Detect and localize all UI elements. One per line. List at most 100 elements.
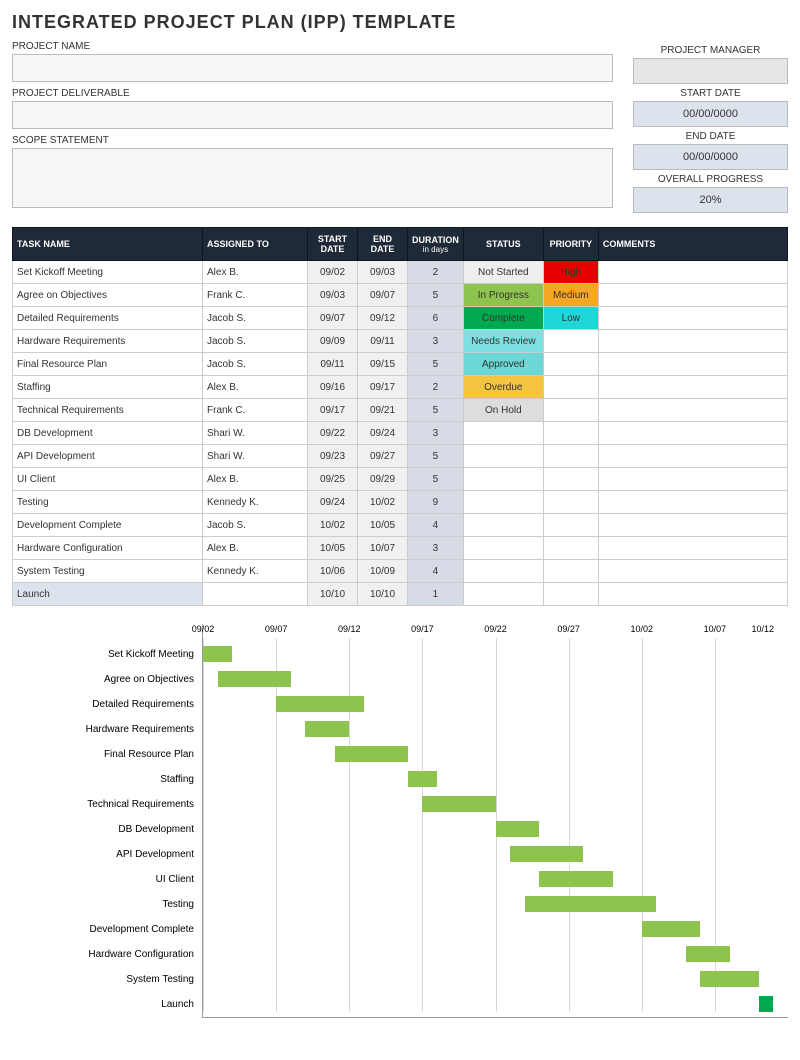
end-cell[interactable]: 10/07	[358, 537, 408, 560]
priority-cell[interactable]: Medium	[543, 284, 598, 307]
gantt-bar[interactable]	[700, 971, 759, 987]
assigned-cell[interactable]: Kennedy K.	[203, 491, 308, 514]
assigned-cell[interactable]: Jacob S.	[203, 330, 308, 353]
assigned-cell[interactable]: Jacob S.	[203, 514, 308, 537]
status-cell[interactable]	[463, 491, 543, 514]
duration-cell[interactable]: 5	[408, 399, 464, 422]
start-cell[interactable]: 09/23	[308, 445, 358, 468]
duration-cell[interactable]: 5	[408, 468, 464, 491]
task-name-cell[interactable]: Staffing	[13, 376, 203, 399]
task-name-cell[interactable]: Final Resource Plan	[13, 353, 203, 376]
assigned-cell[interactable]: Jacob S.	[203, 353, 308, 376]
priority-cell[interactable]: High	[543, 261, 598, 284]
duration-cell[interactable]: 3	[408, 330, 464, 353]
status-cell[interactable]	[463, 422, 543, 445]
comments-cell[interactable]	[598, 261, 787, 284]
priority-cell[interactable]	[543, 353, 598, 376]
gantt-bar[interactable]	[510, 846, 583, 862]
table-row[interactable]: Development CompleteJacob S.10/0210/054	[13, 514, 788, 537]
gantt-bar[interactable]	[642, 921, 701, 937]
comments-cell[interactable]	[598, 491, 787, 514]
status-cell[interactable]: Not Started	[463, 261, 543, 284]
comments-cell[interactable]	[598, 514, 787, 537]
end-cell[interactable]: 10/10	[358, 583, 408, 606]
start-cell[interactable]: 10/10	[308, 583, 358, 606]
task-name-cell[interactable]: Launch	[13, 583, 203, 606]
end-cell[interactable]: 09/24	[358, 422, 408, 445]
status-cell[interactable]: Needs Review	[463, 330, 543, 353]
end-cell[interactable]: 09/15	[358, 353, 408, 376]
end-cell[interactable]: 10/05	[358, 514, 408, 537]
priority-cell[interactable]	[543, 445, 598, 468]
start-date-value[interactable]: 00/00/0000	[633, 101, 788, 127]
comments-cell[interactable]	[598, 537, 787, 560]
comments-cell[interactable]	[598, 330, 787, 353]
assigned-cell[interactable]: Kennedy K.	[203, 560, 308, 583]
table-row[interactable]: DB DevelopmentShari W.09/2209/243	[13, 422, 788, 445]
duration-cell[interactable]: 5	[408, 284, 464, 307]
duration-cell[interactable]: 2	[408, 261, 464, 284]
status-cell[interactable]: In Progress	[463, 284, 543, 307]
start-cell[interactable]: 09/11	[308, 353, 358, 376]
project-deliverable-input[interactable]	[12, 101, 613, 129]
duration-cell[interactable]: 3	[408, 422, 464, 445]
gantt-bar[interactable]	[496, 821, 540, 837]
end-cell[interactable]: 09/29	[358, 468, 408, 491]
comments-cell[interactable]	[598, 445, 787, 468]
table-row[interactable]: UI ClientAlex B.09/2509/295	[13, 468, 788, 491]
priority-cell[interactable]	[543, 583, 598, 606]
end-cell[interactable]: 10/09	[358, 560, 408, 583]
start-cell[interactable]: 09/25	[308, 468, 358, 491]
task-name-cell[interactable]: System Testing	[13, 560, 203, 583]
assigned-cell[interactable]: Frank C.	[203, 284, 308, 307]
duration-cell[interactable]: 5	[408, 353, 464, 376]
priority-cell[interactable]: Low	[543, 307, 598, 330]
end-cell[interactable]: 09/07	[358, 284, 408, 307]
task-name-cell[interactable]: Agree on Objectives	[13, 284, 203, 307]
table-row[interactable]: System TestingKennedy K.10/0610/094	[13, 560, 788, 583]
comments-cell[interactable]	[598, 560, 787, 583]
assigned-cell[interactable]: Alex B.	[203, 537, 308, 560]
table-row[interactable]: Hardware ConfigurationAlex B.10/0510/073	[13, 537, 788, 560]
project-name-input[interactable]	[12, 54, 613, 82]
project-manager-value[interactable]	[633, 58, 788, 84]
assigned-cell[interactable]: Shari W.	[203, 445, 308, 468]
status-cell[interactable]: On Hold	[463, 399, 543, 422]
priority-cell[interactable]	[543, 376, 598, 399]
start-cell[interactable]: 09/22	[308, 422, 358, 445]
status-cell[interactable]	[463, 445, 543, 468]
priority-cell[interactable]	[543, 468, 598, 491]
priority-cell[interactable]	[543, 537, 598, 560]
end-cell[interactable]: 09/12	[358, 307, 408, 330]
gantt-bar[interactable]	[759, 996, 774, 1012]
status-cell[interactable]: Complete	[463, 307, 543, 330]
task-name-cell[interactable]: DB Development	[13, 422, 203, 445]
duration-cell[interactable]: 1	[408, 583, 464, 606]
start-cell[interactable]: 09/07	[308, 307, 358, 330]
start-cell[interactable]: 09/16	[308, 376, 358, 399]
table-row[interactable]: Technical RequirementsFrank C.09/1709/21…	[13, 399, 788, 422]
end-cell[interactable]: 09/11	[358, 330, 408, 353]
gantt-bar[interactable]	[408, 771, 437, 787]
table-row[interactable]: Detailed RequirementsJacob S.09/0709/126…	[13, 307, 788, 330]
comments-cell[interactable]	[598, 468, 787, 491]
status-cell[interactable]	[463, 537, 543, 560]
assigned-cell[interactable]: Alex B.	[203, 261, 308, 284]
duration-cell[interactable]: 3	[408, 537, 464, 560]
assigned-cell[interactable]: Alex B.	[203, 468, 308, 491]
start-cell[interactable]: 09/03	[308, 284, 358, 307]
task-name-cell[interactable]: Detailed Requirements	[13, 307, 203, 330]
priority-cell[interactable]	[543, 514, 598, 537]
gantt-bar[interactable]	[539, 871, 612, 887]
comments-cell[interactable]	[598, 399, 787, 422]
gantt-bar[interactable]	[422, 796, 495, 812]
table-row[interactable]: StaffingAlex B.09/1609/172Overdue	[13, 376, 788, 399]
duration-cell[interactable]: 9	[408, 491, 464, 514]
comments-cell[interactable]	[598, 284, 787, 307]
task-name-cell[interactable]: Hardware Requirements	[13, 330, 203, 353]
comments-cell[interactable]	[598, 376, 787, 399]
duration-cell[interactable]: 4	[408, 560, 464, 583]
table-row[interactable]: API DevelopmentShari W.09/2309/275	[13, 445, 788, 468]
duration-cell[interactable]: 2	[408, 376, 464, 399]
priority-cell[interactable]	[543, 560, 598, 583]
